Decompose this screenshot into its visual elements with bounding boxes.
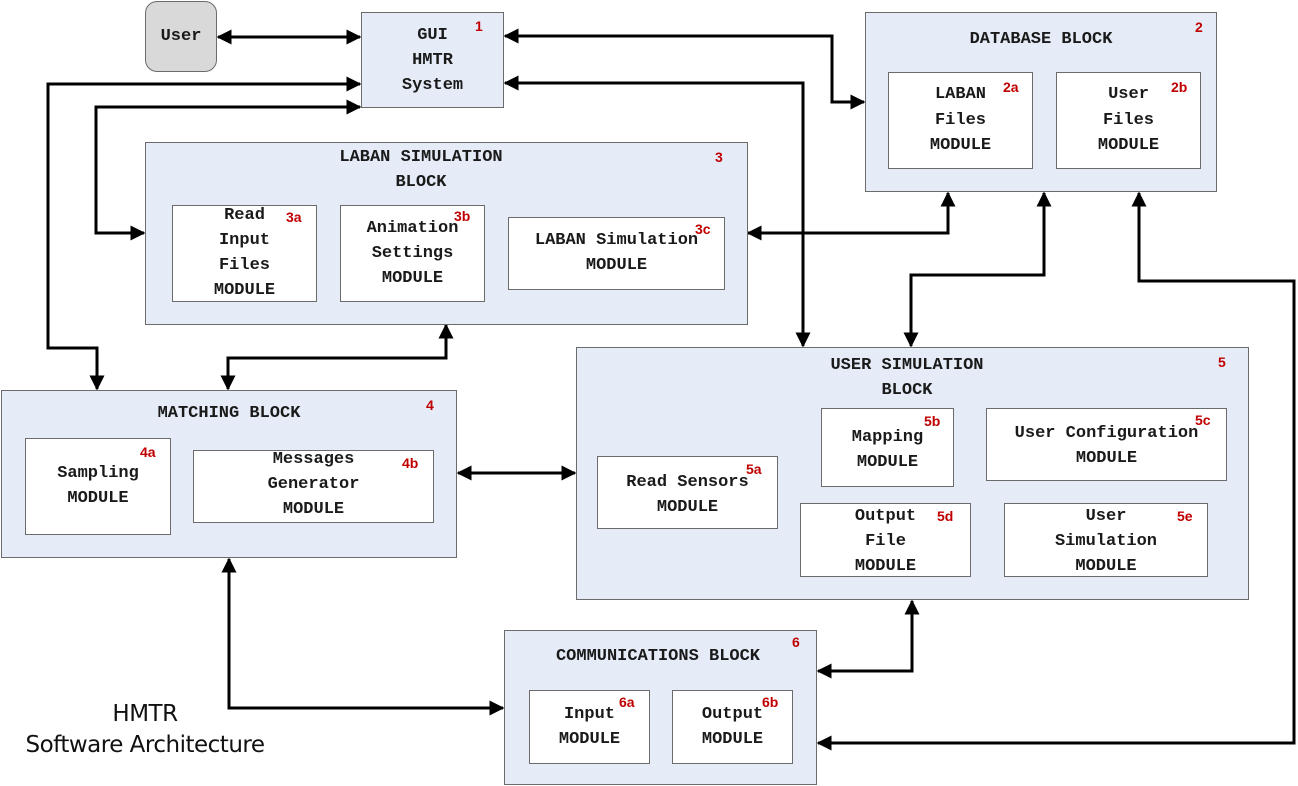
module-4a-sampling[interactable]: 4a Sampling MODULE [25, 438, 171, 535]
gui-tag: 1 [475, 18, 483, 34]
module-5c-user-configuration[interactable]: 5c User Configuration MODULE [986, 408, 1227, 481]
wire-laban-matching [220, 323, 454, 391]
gui-line-2: HMTR [412, 51, 453, 70]
module-3a-line-3: Files [218, 256, 270, 275]
module-5c-line-1: User Configuration [1014, 424, 1199, 443]
module-5a-read-sensors[interactable]: 5a Read Sensors MODULE [597, 456, 778, 529]
module-6b-output[interactable]: 6b Output MODULE [672, 690, 793, 764]
module-2a-line-2: Files [934, 111, 986, 130]
laban-title-line-2: BLOCK [395, 173, 447, 192]
module-2b-user-files[interactable]: 2b User Files MODULE [1056, 72, 1201, 169]
usersim-tag: 5 [1218, 354, 1226, 370]
module-3b-line-2: Settings [371, 244, 454, 263]
module-5d-line-2: File [865, 532, 906, 551]
module-4b-messages-generator[interactable]: 4b Messages Generator MODULE [193, 450, 434, 523]
module-5d-tag: 5d [937, 508, 954, 524]
module-3a-tag: 3a [286, 209, 302, 225]
module-3a-line-2: Input [218, 231, 270, 250]
module-3c-laban-simulation[interactable]: 3c LABAN Simulation MODULE [508, 217, 725, 290]
module-5c-tag: 5c [1195, 412, 1211, 428]
module-4b-line-3: MODULE [282, 500, 345, 519]
module-2b-tag: 2b [1171, 79, 1188, 95]
module-5e-line-3: MODULE [1075, 557, 1137, 576]
laban-simulation-block[interactable]: 3 LABAN SIMULATION BLOCK 3a Read Input F… [145, 142, 748, 325]
module-6a-line-2: MODULE [558, 730, 621, 749]
comms-tag: 6 [792, 634, 800, 650]
module-5c-line-2: MODULE [1075, 449, 1138, 468]
wire-usersim-database [903, 191, 1052, 348]
module-6a-tag: 6a [619, 694, 635, 710]
module-3c-line-2: MODULE [585, 256, 648, 275]
laban-tag: 3 [715, 149, 723, 165]
module-5d-line-3: MODULE [854, 557, 917, 576]
matching-tag: 4 [426, 397, 434, 413]
usersim-title-line-2: BLOCK [881, 381, 933, 400]
user-actor[interactable]: User [145, 1, 217, 72]
matching-title: MATCHING BLOCK [157, 404, 301, 423]
module-2a-laban-files[interactable]: 2a LABAN Files MODULE [888, 72, 1033, 169]
gui-line-3: System [401, 76, 464, 95]
module-3b-tag: 3b [454, 208, 471, 224]
module-5e-tag: 5e [1177, 508, 1193, 524]
wire-usersim-comms [816, 599, 920, 679]
module-4a-line-2: MODULE [67, 489, 129, 508]
database-block[interactable]: 2 DATABASE BLOCK 2a LABAN Files MODULE 2… [865, 12, 1217, 192]
laban-title-line-1: LABAN SIMULATION [339, 148, 503, 167]
module-3c-tag: 3c [695, 221, 711, 237]
module-5b-tag: 5b [924, 413, 941, 429]
module-5a-line-2: MODULE [656, 498, 719, 517]
matching-block[interactable]: 4 MATCHING BLOCK 4a Sampling MODULE 4b M… [1, 390, 457, 558]
usersim-title-line-1: USER SIMULATION [830, 356, 984, 375]
wire-gui-database [503, 28, 866, 110]
module-6b-tag: 6b [762, 694, 779, 710]
module-4b-line-2: Generator [267, 475, 360, 494]
database-title: DATABASE BLOCK [969, 30, 1113, 49]
database-tag: 2 [1195, 19, 1203, 35]
gui-hmtr-system-block[interactable]: 1 GUI HMTR System [361, 12, 504, 108]
module-3a-line-4: MODULE [213, 281, 276, 300]
module-6b-line-2: MODULE [701, 730, 764, 749]
comms-title: COMMUNICATIONS BLOCK [555, 647, 761, 666]
module-6a-input[interactable]: 6a Input MODULE [529, 690, 650, 764]
wire-laban-database [746, 191, 956, 241]
module-4b-line-1: Messages [272, 450, 355, 469]
module-4b-tag: 4b [402, 455, 419, 471]
module-2a-tag: 2a [1003, 79, 1019, 95]
communications-block[interactable]: 6 COMMUNICATIONS BLOCK 6a Input MODULE 6… [504, 630, 817, 785]
module-3b-line-3: MODULE [381, 269, 444, 288]
module-5b-line-2: MODULE [856, 453, 919, 472]
module-4a-tag: 4a [140, 444, 156, 460]
module-4a-line-1: Sampling [57, 464, 139, 483]
module-2b-line-2: Files [1102, 111, 1154, 130]
module-5d-output-file[interactable]: 5d Output File MODULE [800, 503, 971, 577]
module-3a-read-input-files[interactable]: 3a Read Input Files MODULE [172, 205, 317, 302]
module-2a-line-3: MODULE [929, 136, 992, 155]
module-5e-line-2: Simulation [1054, 532, 1158, 551]
module-3b-animation-settings[interactable]: 3b Animation Settings MODULE [340, 205, 485, 302]
user-label: User [160, 27, 202, 46]
module-5e-user-simulation[interactable]: 5e User Simulation MODULE [1004, 503, 1208, 577]
module-2b-line-3: MODULE [1097, 136, 1160, 155]
wire-matching-comms [221, 557, 505, 716]
module-5b-mapping[interactable]: 5b Mapping MODULE [821, 408, 954, 487]
user-simulation-block[interactable]: 5 USER SIMULATION BLOCK 5a Read Sensors … [576, 347, 1249, 600]
module-5a-tag: 5a [746, 461, 762, 477]
module-3c-line-1: LABAN Simulation [534, 231, 699, 250]
